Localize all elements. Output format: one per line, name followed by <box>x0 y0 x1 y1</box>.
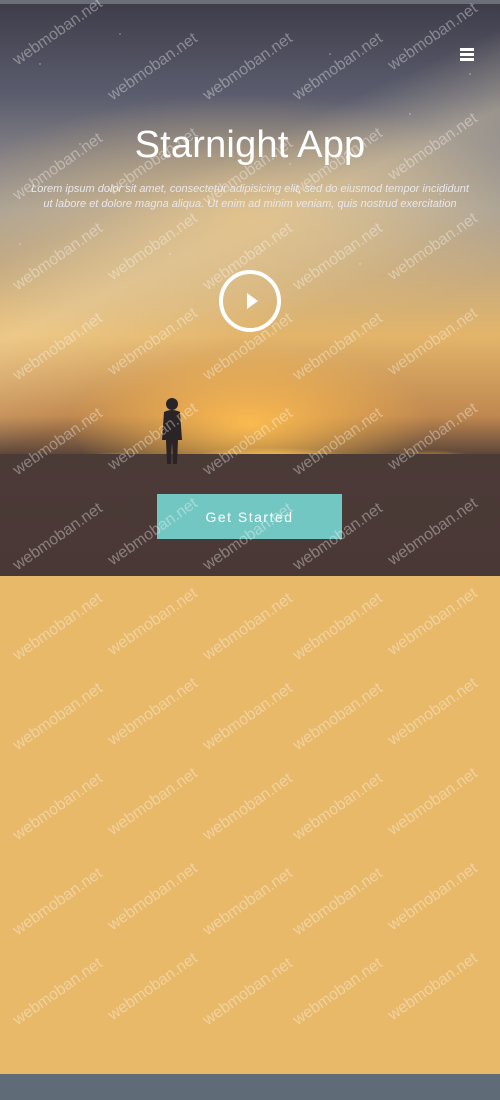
menu-button[interactable] <box>456 46 478 64</box>
menu-bar-top <box>460 48 474 51</box>
hero-subtitle: Lorem ipsum dolor sit amet, consectetur … <box>31 183 469 210</box>
footer-strip <box>0 1074 500 1100</box>
menu-bar-bottom <box>460 58 474 61</box>
hero-section: Starnight App Lorem ipsum dolor sit amet… <box>0 4 500 576</box>
person-silhouette <box>162 398 182 464</box>
menu-bar-middle <box>460 53 474 56</box>
get-started-button[interactable]: Get Started <box>157 494 342 539</box>
play-icon <box>247 293 258 309</box>
content-section <box>0 576 500 1074</box>
play-button[interactable] <box>219 270 281 332</box>
hero-title: Starnight App <box>134 124 366 166</box>
